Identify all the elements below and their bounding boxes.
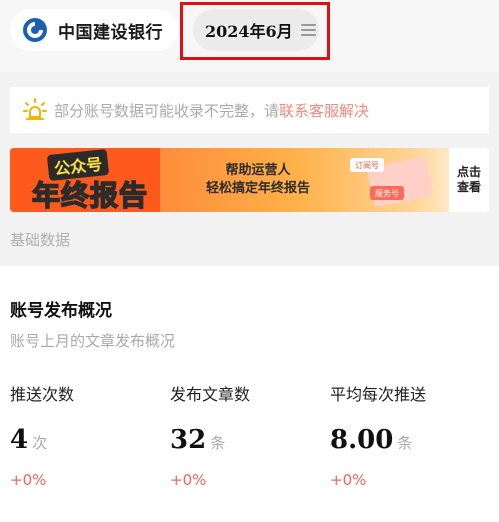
card-title: 账号发布概况 xyxy=(10,301,112,321)
stat-article-count: 发布文章数 32 条 +0% xyxy=(170,381,330,489)
banner-title-main: 年终报告 xyxy=(31,178,149,212)
banner-cta-label: 点击查看 xyxy=(456,165,481,194)
annual-report-banner[interactable]: 公众号 年终报告 帮助运营人 轻松搞定年终报告 订阅号 服务号 点击查看 xyxy=(10,148,489,212)
section-label: 基础数据 xyxy=(10,231,71,249)
stat-avg-per-push: 平均每次推送 8.00 条 +0% xyxy=(330,381,490,489)
account-name: 中国建设银行 xyxy=(58,22,163,43)
stat-change: +0% xyxy=(330,471,367,489)
banner-slogan: 帮助运营人 轻松搞定年终报告 xyxy=(188,162,328,198)
banner-slogan-line2: 轻松搞定年终报告 xyxy=(205,181,310,196)
report-illustration: 订阅号 服务号 xyxy=(350,156,433,206)
top-bar: 中国建设银行 2024年6月 xyxy=(0,0,499,72)
stat-label: 平均每次推送 xyxy=(330,385,427,404)
stat-unit: 条 xyxy=(397,434,413,452)
tag-subscription: 订阅号 xyxy=(355,160,379,170)
stat-value: 32 xyxy=(170,425,207,455)
publish-overview-card: 账号发布概况 账号上月的文章发布概况 推送次数 4 次 +0% 发布文章数 32… xyxy=(0,266,499,522)
notice-bar: 部分账号数据可能收录不完整，请 联系客服解决 xyxy=(10,87,489,133)
stat-label: 推送次数 xyxy=(10,385,75,404)
stat-unit: 次 xyxy=(32,434,48,452)
highlight-box xyxy=(180,2,330,60)
stat-label: 发布文章数 xyxy=(170,385,251,404)
account-switcher[interactable]: 中国建设银行 xyxy=(10,9,178,51)
stat-value: 4 xyxy=(10,425,29,455)
stat-unit: 条 xyxy=(210,434,226,452)
notice-text: 部分账号数据可能收录不完整，请 xyxy=(54,101,280,120)
contact-support-link[interactable]: 联系客服解决 xyxy=(279,100,369,121)
banner-title-area: 公众号 年终报告 xyxy=(10,148,160,212)
stat-change: +0% xyxy=(10,471,47,489)
stat-push-count: 推送次数 4 次 +0% xyxy=(10,381,170,489)
bulb-icon xyxy=(23,98,47,120)
banner-view-button[interactable]: 点击查看 xyxy=(449,148,489,212)
stat-value: 8.00 xyxy=(330,425,394,455)
stat-change: +0% xyxy=(170,471,207,489)
banner-slogan-line1: 帮助运营人 xyxy=(225,163,291,178)
card-subtitle: 账号上月的文章发布概况 xyxy=(10,332,176,350)
tag-service: 服务号 xyxy=(375,188,399,198)
bank-logo-icon xyxy=(23,18,47,42)
